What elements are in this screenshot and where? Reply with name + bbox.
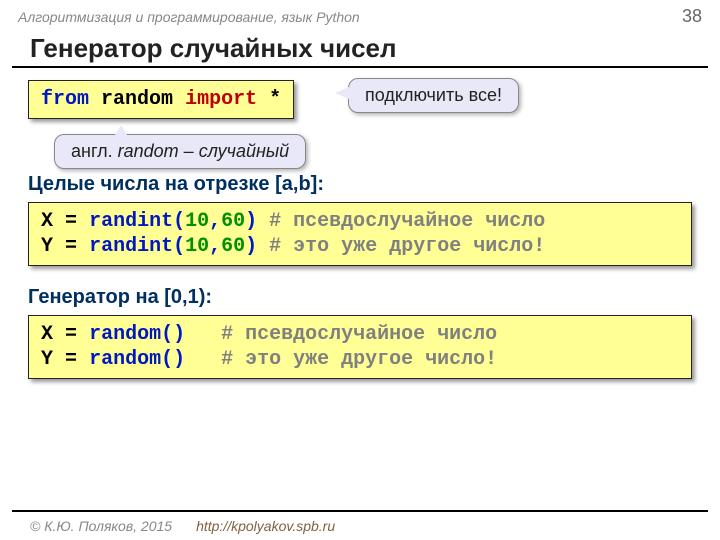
slide-content: from random import * Целые числа на отре…: [0, 80, 720, 379]
arg-b: 60: [221, 235, 245, 258]
comment: # это уже другое число!: [221, 348, 497, 371]
callout-translation: англ. random – случайный: [54, 134, 306, 169]
var: Y: [41, 348, 53, 371]
eq: =: [65, 323, 77, 346]
comment: # псевдослучайное число: [221, 323, 497, 346]
footer-url: http://kpolyakov.spb.ru: [196, 518, 335, 534]
callout-tail-icon: [335, 87, 349, 99]
keyword-import: import: [185, 88, 257, 111]
fn: randint: [89, 235, 173, 258]
callout-connect-all: подключить все!: [348, 78, 519, 113]
fn: random: [89, 348, 161, 371]
paren-open: (: [173, 210, 185, 233]
eq: =: [65, 235, 77, 258]
slide-header: Алгоритмизация и программирование, язык …: [0, 0, 720, 29]
course-title: Алгоритмизация и программирование, язык …: [18, 9, 360, 25]
code-random-box: X = random() # псевдослучайное число Y =…: [28, 315, 692, 379]
eq: =: [65, 348, 77, 371]
fn: randint: [89, 210, 173, 233]
fn: random: [89, 323, 161, 346]
eq: =: [65, 210, 77, 233]
module-name: random: [101, 88, 173, 111]
callout-prefix: англ.: [71, 141, 118, 161]
comment: # псевдослучайное число: [269, 210, 545, 233]
paren-close: ): [245, 235, 257, 258]
comma: ,: [209, 235, 221, 258]
callout-text: подключить все!: [365, 85, 502, 105]
arg-a: 10: [185, 210, 209, 233]
var: X: [41, 323, 53, 346]
callout-tail-icon: [115, 125, 127, 135]
paren: (): [161, 323, 185, 346]
code-randint-box: X = randint(10,60) # псевдослучайное чис…: [28, 202, 692, 266]
paren-close: ): [245, 210, 257, 233]
section-float-heading: Генератор на [0,1):: [28, 286, 692, 309]
arg-a: 10: [185, 235, 209, 258]
slide-footer: © К.Ю. Поляков, 2015 http://kpolyakov.sp…: [12, 510, 708, 540]
paren: (): [161, 348, 185, 371]
comma: ,: [209, 210, 221, 233]
code-line: X = random() # псевдослучайное число: [41, 322, 679, 347]
callout-word: random: [118, 141, 179, 161]
paren-open: (: [173, 235, 185, 258]
code-line: X = randint(10,60) # псевдослучайное чис…: [41, 209, 679, 234]
copyright: © К.Ю. Поляков, 2015: [30, 518, 172, 534]
callout-dash: –: [179, 141, 199, 161]
code-line: Y = randint(10,60) # это уже другое числ…: [41, 234, 679, 259]
code-import-box: from random import *: [28, 80, 294, 119]
keyword-from: from: [41, 88, 89, 111]
comment: # это уже другое число!: [269, 235, 545, 258]
import-star: *: [269, 88, 281, 111]
code-line: Y = random() # это уже другое число!: [41, 347, 679, 372]
section-int-heading: Целые числа на отрезке [a,b]:: [28, 173, 692, 196]
page-number: 38: [682, 6, 702, 27]
callout-meaning: случайный: [199, 141, 289, 161]
slide-title: Генератор случайных чисел: [12, 29, 708, 68]
var: Y: [41, 235, 53, 258]
var: X: [41, 210, 53, 233]
arg-b: 60: [221, 210, 245, 233]
